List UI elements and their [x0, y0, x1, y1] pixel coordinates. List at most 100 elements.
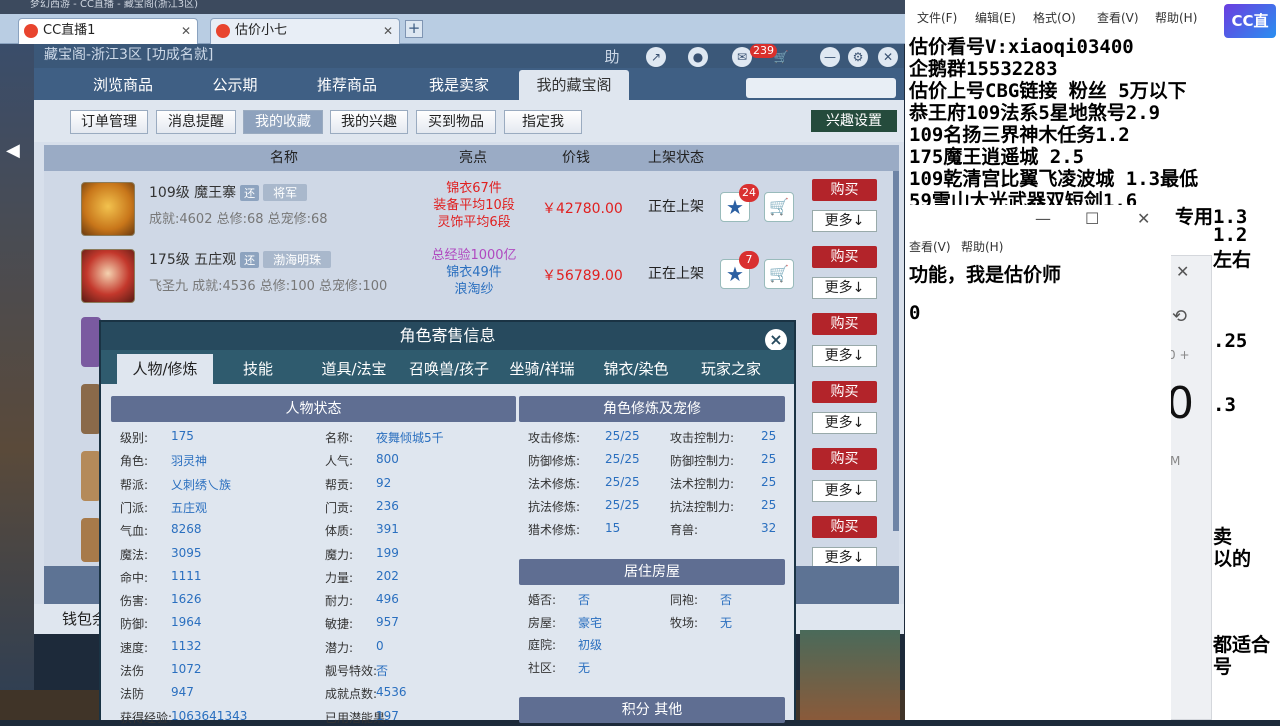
- buy-button[interactable]: 购买: [812, 516, 877, 538]
- table-row[interactable]: 109级 魔王寨还将军 成就:4602 总修:68 总宠修:68 锦衣67件 装…: [44, 174, 804, 240]
- second-notepad-titlebar: — ☐ ✕: [909, 205, 1171, 235]
- close-icon[interactable]: ✕: [1137, 209, 1150, 228]
- menu-edit[interactable]: 编辑(E): [975, 0, 1016, 36]
- highlight-1: 锦衣67件: [446, 181, 502, 196]
- field-label: 魔力:: [325, 547, 354, 562]
- settings-icon[interactable]: ●: [688, 47, 708, 67]
- menu-format[interactable]: 格式(O): [1033, 0, 1076, 36]
- menu-file[interactable]: 文件(F): [917, 0, 957, 36]
- close-icon[interactable]: ×: [765, 329, 787, 351]
- table-row[interactable]: 175级 五庄观还渤海明珠 飞圣九 成就:4536 总修:100 总宠修:100…: [44, 241, 804, 307]
- tab-home[interactable]: 玩家之家: [685, 354, 777, 384]
- tab-browse[interactable]: 浏览商品: [74, 70, 172, 100]
- field-label: 速度:: [120, 640, 149, 655]
- field-label: 防御:: [120, 617, 149, 632]
- field-value: 否: [376, 664, 389, 678]
- fragment-text: 1.2: [1213, 224, 1248, 246]
- orders-button[interactable]: 订单管理: [70, 110, 148, 134]
- list-scrollbar[interactable]: [893, 171, 899, 531]
- interests-button[interactable]: 我的兴趣: [330, 110, 408, 134]
- search-input[interactable]: [746, 78, 896, 98]
- memory-label[interactable]: M: [1170, 454, 1180, 468]
- menu-help[interactable]: 帮助(H): [1155, 0, 1197, 36]
- minimize-icon[interactable]: —: [820, 47, 840, 67]
- tab-recommend[interactable]: 推荐商品: [298, 70, 396, 100]
- field-label: 成就点数:: [325, 687, 378, 702]
- field-label: 潜力:: [325, 640, 354, 655]
- menu-view[interactable]: 查看(V): [1097, 0, 1139, 36]
- cart-icon[interactable]: 🛒: [764, 259, 794, 289]
- avatar[interactable]: [81, 249, 135, 303]
- more-button[interactable]: 更多↓: [812, 480, 877, 502]
- new-tab-button[interactable]: +: [405, 20, 423, 38]
- field-label: 防御修炼:: [528, 454, 581, 468]
- field-label: 育兽:: [670, 523, 699, 537]
- tab-mounts[interactable]: 坐骑/祥瑞: [499, 354, 585, 384]
- arrow-left-icon[interactable]: ◀: [6, 140, 20, 161]
- field-label: 抗法修炼:: [528, 500, 581, 514]
- tab-character[interactable]: 人物/修炼: [117, 354, 213, 384]
- avatar[interactable]: [81, 451, 101, 501]
- field-value: 800: [376, 452, 399, 467]
- avatar[interactable]: [81, 518, 101, 562]
- avatar[interactable]: [81, 182, 135, 236]
- purchased-button[interactable]: 买到物品: [416, 110, 496, 134]
- minimize-icon[interactable]: —: [1035, 209, 1051, 228]
- field-value: 否: [720, 593, 733, 607]
- more-button[interactable]: 更多↓: [812, 210, 877, 232]
- interest-settings-button[interactable]: 兴趣设置: [811, 110, 897, 132]
- field-label: 法术修炼:: [528, 477, 581, 491]
- buy-button[interactable]: 购买: [812, 246, 877, 268]
- tab-pets[interactable]: 召唤兽/孩子: [403, 354, 495, 384]
- field-label: 攻击修炼:: [528, 431, 581, 445]
- buy-button[interactable]: 购买: [812, 381, 877, 403]
- buy-button[interactable]: 购买: [812, 448, 877, 470]
- menu-help[interactable]: 帮助(H): [961, 236, 1003, 258]
- highlights: 总经验1000亿 锦衣49件 浪淘纱: [429, 247, 519, 298]
- field-label: 防御控制力:: [670, 454, 735, 468]
- field-value: 25/25: [605, 429, 640, 443]
- history-icon[interactable]: ⟲: [1172, 306, 1187, 327]
- tab-seller[interactable]: 我是卖家: [410, 70, 508, 100]
- more-button[interactable]: 更多↓: [812, 412, 877, 434]
- close-icon[interactable]: ✕: [1176, 262, 1189, 281]
- more-button[interactable]: 更多↓: [812, 345, 877, 367]
- avatar[interactable]: [81, 384, 101, 434]
- buy-button[interactable]: 购买: [812, 313, 877, 335]
- designated-button[interactable]: 指定我: [504, 110, 582, 134]
- maximize-icon[interactable]: ☐: [1085, 209, 1099, 228]
- tab-skills[interactable]: 技能: [219, 354, 297, 384]
- help-button[interactable]: 助: [602, 47, 622, 67]
- tab-my-cbg[interactable]: 我的藏宝阁: [519, 70, 629, 100]
- tab-public[interactable]: 公示期: [186, 70, 284, 100]
- field-value: 199: [376, 545, 399, 560]
- close-icon[interactable]: ✕: [383, 19, 393, 43]
- browser-tab-cc[interactable]: CC直播1 ✕: [18, 18, 198, 44]
- gear-icon[interactable]: ⚙: [848, 47, 868, 67]
- field-label: 力量:: [325, 570, 354, 585]
- cart-icon[interactable]: 🛒: [764, 192, 794, 222]
- browser-tab-guja[interactable]: 估价小七 ✕: [210, 18, 400, 44]
- close-icon[interactable]: ✕: [878, 47, 898, 67]
- notepad-text: 功能，我是估价师: [909, 264, 1062, 286]
- tab-items[interactable]: 道具/法宝: [311, 354, 397, 384]
- fragment-text: 号: [1213, 656, 1233, 678]
- favorites-button[interactable]: 我的收藏: [243, 110, 323, 134]
- field-value: 乂刺绣乀族: [171, 477, 232, 492]
- score-panel-head: 积分 其他: [519, 697, 785, 723]
- more-button[interactable]: 更多↓: [812, 277, 877, 299]
- buy-button[interactable]: 购买: [812, 179, 877, 201]
- avatar[interactable]: [81, 317, 101, 367]
- level-school: 175级 五庄观还渤海明珠: [149, 249, 332, 269]
- bargain-tag: 还: [240, 252, 260, 268]
- field-label: 猎术修炼:: [528, 523, 581, 537]
- share-icon[interactable]: ↗: [646, 47, 666, 67]
- menu-view[interactable]: 查看(V): [909, 236, 951, 258]
- close-icon[interactable]: ✕: [181, 19, 191, 43]
- tab-costume[interactable]: 锦衣/染色: [591, 354, 681, 384]
- price: ￥42780.00: [542, 201, 623, 217]
- message-icon[interactable]: ✉: [732, 47, 752, 67]
- highlight-3: 浪淘纱: [454, 282, 494, 297]
- messages-button[interactable]: 消息提醒: [156, 110, 236, 134]
- field-value: 947: [171, 685, 194, 700]
